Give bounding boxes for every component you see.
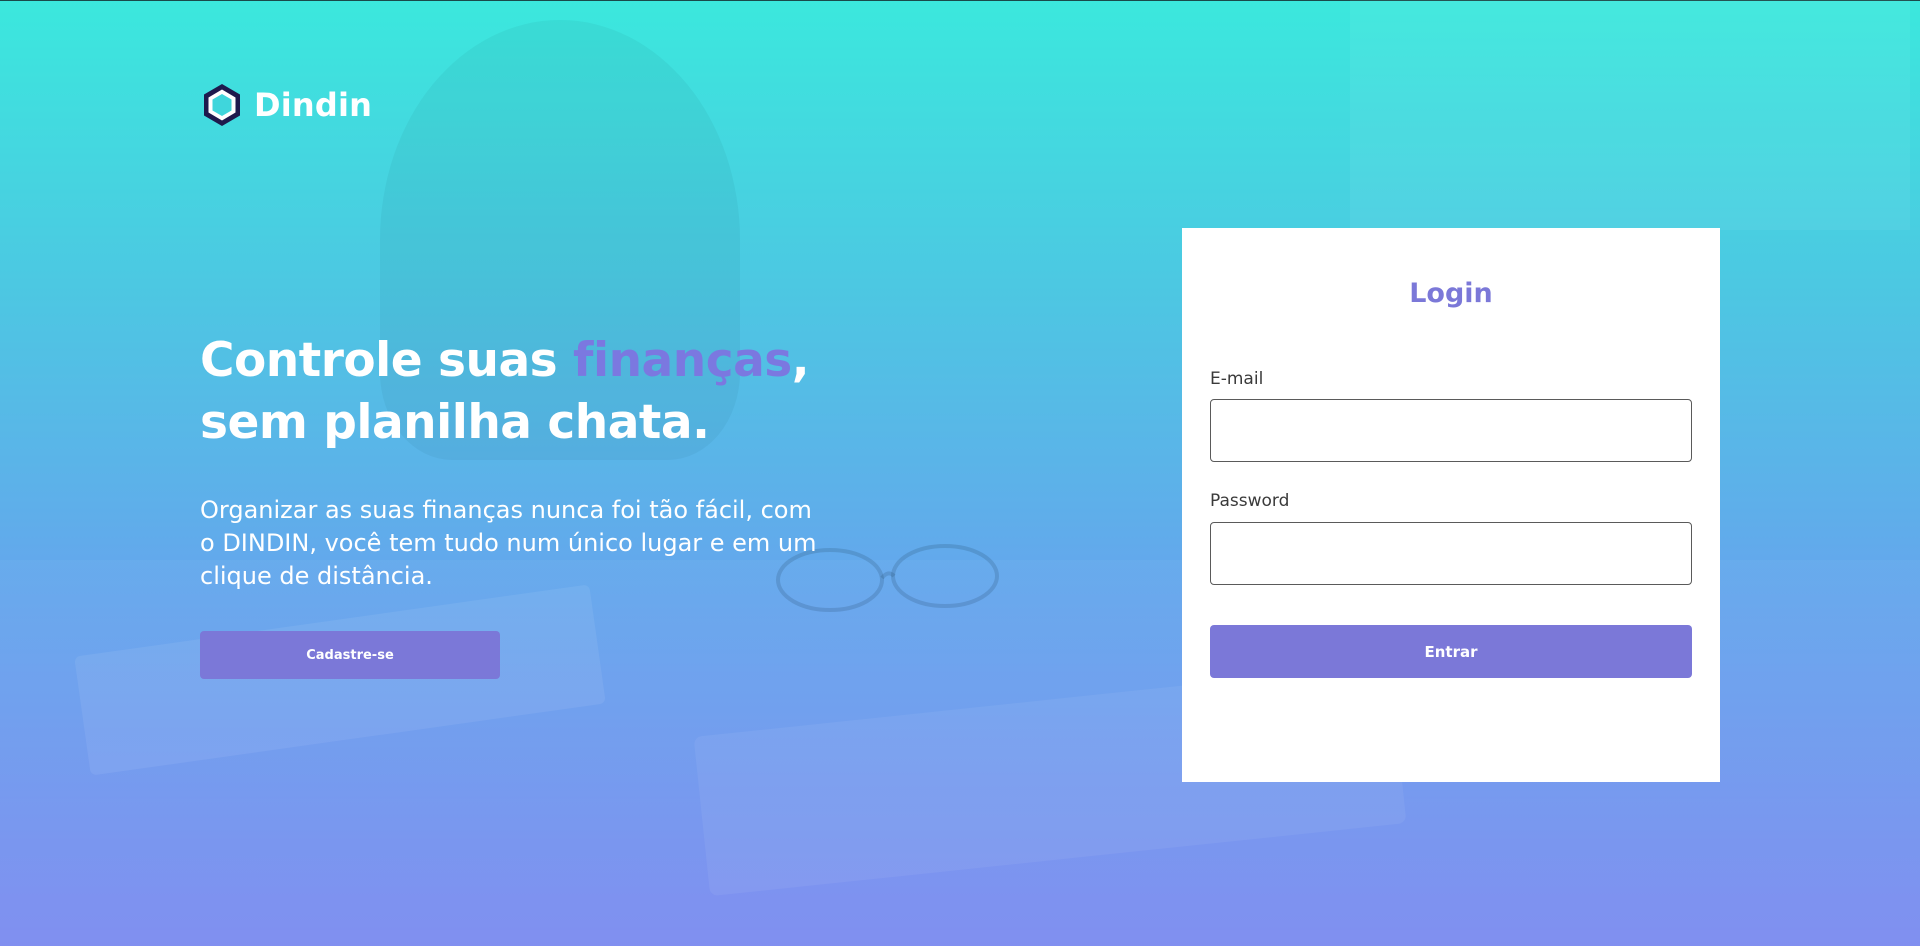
brand-logo[interactable]: Dindin [200,82,372,128]
hero-title-line2: sem planilha chata. [200,395,710,450]
password-label: Password [1210,491,1290,511]
hero-description: Organizar as suas finanças nunca foi tão… [200,496,817,590]
email-field[interactable] [1210,399,1692,462]
brand-name: Dindin [254,86,373,124]
background-photo-notebook [74,584,606,776]
hero-title-part2: , [791,333,810,388]
signup-button[interactable]: Cadastre-se [200,631,500,679]
hexagon-logo-icon [204,84,240,126]
login-title: Login [1409,278,1493,309]
hero-title-accent: finanças [573,333,792,388]
email-label: E-mail [1210,369,1264,389]
hero-title-part1: Controle suas [200,333,574,388]
hero-section: Controle suas finanças, sem planilha chat… [200,330,840,593]
top-border [0,0,1920,1]
login-submit-button[interactable]: Entrar [1210,625,1692,678]
landing-page: Dindin Controle suas finanças, sem planil… [0,0,1920,946]
login-card: Login E-mail Password Entrar [1182,228,1720,782]
password-field[interactable] [1210,522,1692,585]
hero-title: Controle suas finanças, sem planilha chat… [200,330,840,454]
background-photo-window [1350,0,1910,230]
